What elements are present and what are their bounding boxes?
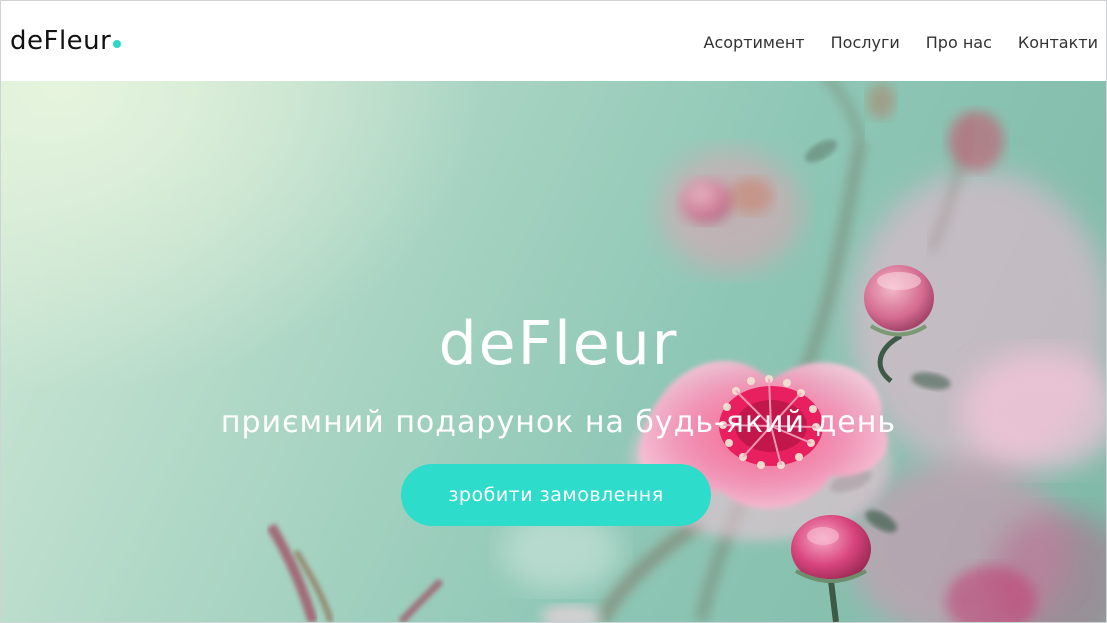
logo-text: deFleur [10,26,112,56]
hero-title: deFleur [438,309,679,379]
hero-content: deFleur приємний подарунок на будь-який … [1,81,1106,622]
logo[interactable]: deFleur [10,25,122,57]
nav-link-about[interactable]: Про нас [926,32,992,54]
logo-dot-icon [113,40,122,48]
order-button[interactable]: зробити замовлення [401,464,711,526]
page: deFleur Асортимент Послуги Про нас Конта… [0,0,1107,623]
main-nav: Асортимент Послуги Про нас Контакти [704,32,1098,54]
nav-link-assortment[interactable]: Асортимент [704,32,805,54]
hero-section: deFleur приємний подарунок на будь-який … [1,81,1106,622]
hero-subtitle: приємний подарунок на будь-який день [220,405,897,440]
nav-link-services[interactable]: Послуги [831,32,900,54]
nav-link-contacts[interactable]: Контакти [1018,32,1098,54]
site-header: deFleur Асортимент Послуги Про нас Конта… [1,1,1106,81]
